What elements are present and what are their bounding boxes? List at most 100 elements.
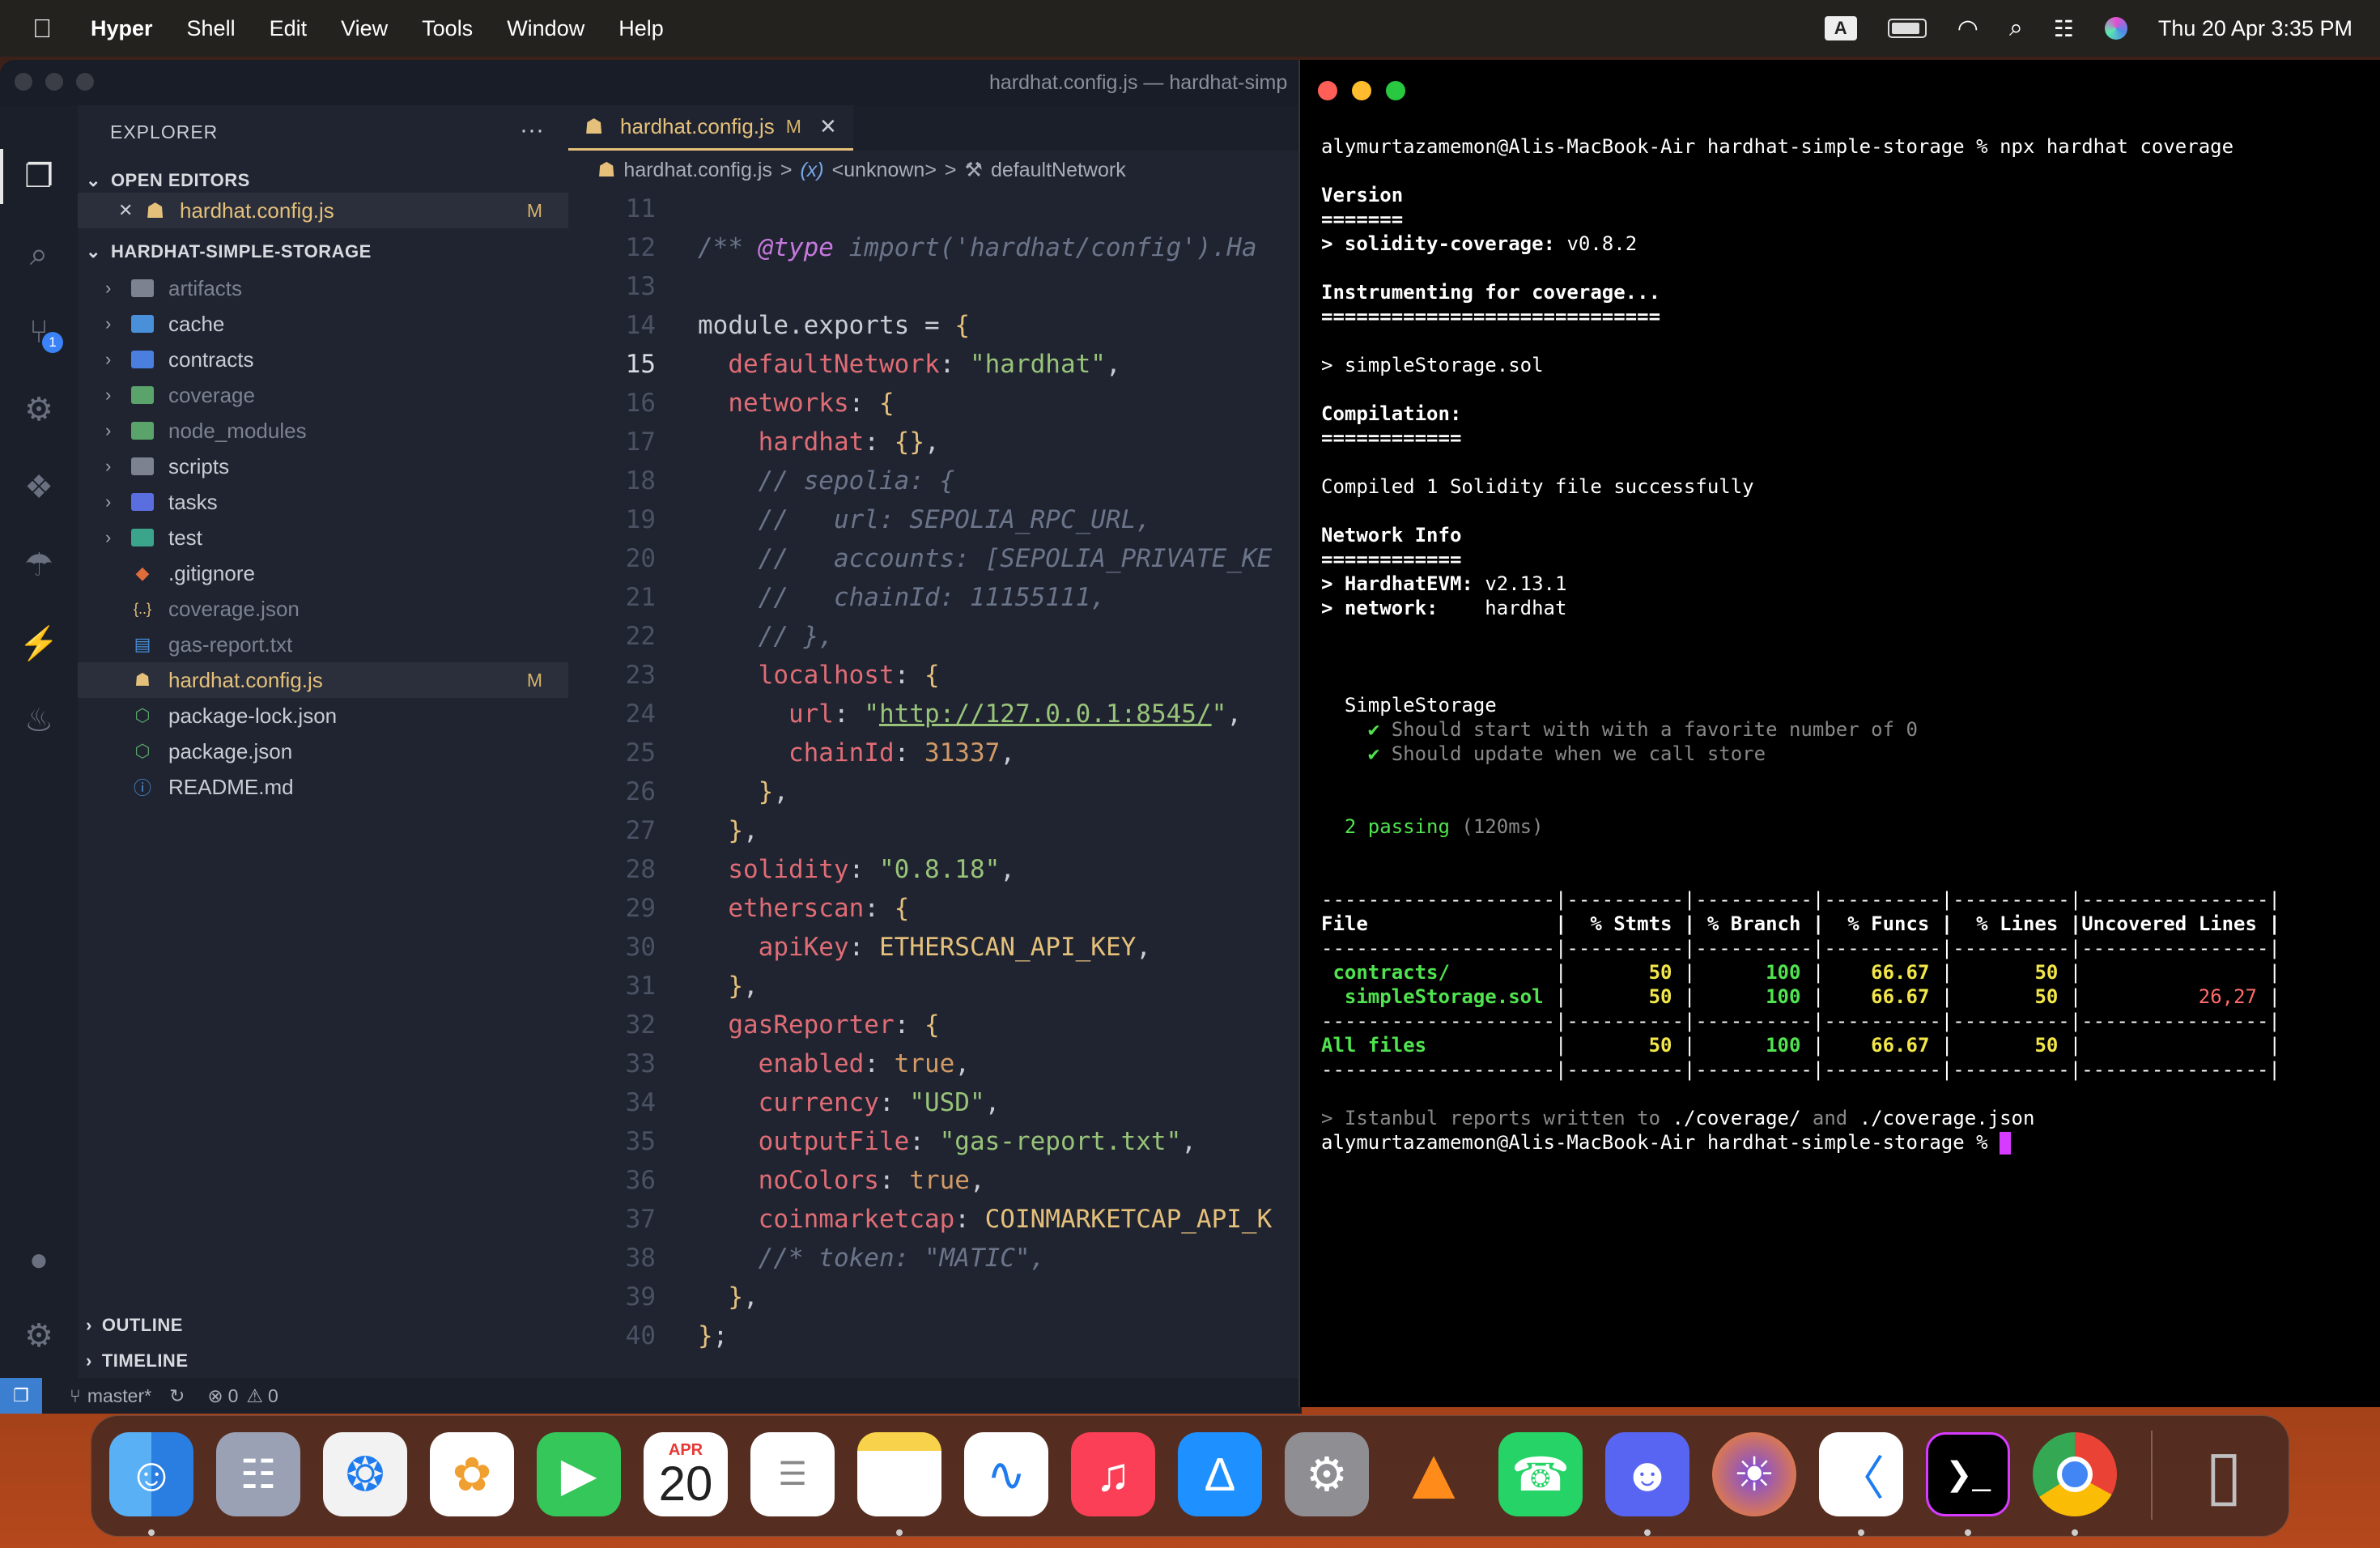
input-source-icon[interactable]: A [1824, 16, 1857, 40]
code-line[interactable]: }, [698, 1278, 758, 1316]
code-line[interactable]: module.exports = { [698, 306, 970, 345]
tree-item[interactable]: ⬡ package.json [78, 734, 568, 769]
menu-edit[interactable]: Edit [270, 16, 308, 41]
code-line[interactable]: gasReporter: { [698, 1006, 939, 1044]
error-count[interactable]: 0 [228, 1385, 239, 1407]
outline-section[interactable]: › OUTLINE [86, 1315, 183, 1336]
code-editor[interactable]: 11 12 /** @type import('hardhat/config').H… [568, 189, 1302, 1404]
tree-item[interactable]: › scripts [78, 449, 568, 484]
menu-tools[interactable]: Tools [422, 16, 473, 41]
remote-indicator-icon[interactable]: ❐ [0, 1378, 42, 1414]
minimize-window-button[interactable] [1352, 81, 1371, 100]
explorer-icon[interactable]: ❐ [18, 155, 60, 198]
facetime-icon[interactable]: ▶ [537, 1432, 621, 1516]
breadcrumb-unknown[interactable]: <unknown> [832, 159, 937, 182]
chrome-icon[interactable] [2033, 1432, 2117, 1516]
chevron-right-icon[interactable]: › [105, 313, 111, 334]
code-line[interactable]: }, [698, 967, 758, 1006]
code-line[interactable]: // accounts: [SEPOLIA_PRIVATE_KE [698, 539, 1273, 578]
code-line[interactable]: enabled: true, [698, 1044, 970, 1083]
chevron-right-icon[interactable]: › [105, 420, 111, 441]
control-center-icon[interactable]: ☷ [2054, 15, 2074, 42]
tree-item[interactable]: ⓘ README.md [78, 769, 568, 805]
chevron-right-icon[interactable]: › [105, 385, 111, 406]
code-line[interactable]: noColors: true, [698, 1161, 985, 1200]
app-menu[interactable]: Hyper [91, 16, 153, 41]
chevron-right-icon[interactable]: › [105, 527, 111, 548]
search-icon[interactable]: ⌕ [18, 233, 60, 275]
calendar-icon[interactable]: APR 20 [644, 1432, 728, 1516]
tree-item[interactable]: ◆ .gitignore [78, 555, 568, 591]
photos-icon[interactable]: ✿ [430, 1432, 514, 1516]
code-line[interactable]: solidity: "0.8.18", [698, 850, 1015, 889]
safari-icon[interactable]: ❂ [323, 1432, 407, 1516]
code-line[interactable]: localhost: { [698, 656, 940, 695]
tab-hardhat-config[interactable]: ☗ hardhat.config.js M ✕ [568, 105, 853, 151]
code-line[interactable]: }, [698, 772, 788, 811]
code-line[interactable]: outputFile: "gas-report.txt", [698, 1122, 1196, 1161]
chevron-right-icon[interactable]: › [105, 491, 111, 512]
code-line[interactable]: url: "http://127.0.0.1:8545/", [698, 695, 1242, 734]
tree-item[interactable]: › contracts [78, 342, 568, 377]
code-line[interactable]: currency: "USD", [698, 1083, 1001, 1122]
run-debug-icon[interactable]: ⚙ [18, 389, 60, 431]
hyper-terminal-window[interactable]: alymurtazamemon@Alis-MacBook-Air hardhat… [1298, 60, 2380, 1407]
source-control-icon[interactable]: ⑂ 1 [18, 311, 63, 353]
warning-count[interactable]: 0 [268, 1385, 278, 1407]
chevron-right-icon[interactable]: › [105, 456, 111, 477]
whatsapp-icon[interactable]: ☎ [1498, 1432, 1583, 1516]
apple-menu-icon[interactable]:  [32, 14, 52, 44]
minimize-window-button[interactable] [45, 73, 63, 91]
extensions-icon[interactable]: ❖ [18, 466, 60, 508]
menu-shell[interactable]: Shell [187, 16, 236, 41]
menu-help[interactable]: Help [618, 16, 664, 41]
branch-name[interactable]: master* [87, 1385, 151, 1407]
vlc-icon[interactable]: ▲ [1392, 1432, 1476, 1516]
code-line[interactable]: // url: SEPOLIA_RPC_URL, [698, 500, 1151, 539]
tab-close-icon[interactable]: ✕ [819, 114, 837, 139]
discord-icon[interactable]: ☻ [1605, 1432, 1689, 1516]
notes-icon[interactable] [857, 1432, 941, 1516]
tree-item[interactable]: › artifacts [78, 270, 568, 306]
tree-item[interactable]: › tasks [78, 484, 568, 520]
close-window-button[interactable] [15, 73, 32, 91]
breadcrumb-symbol[interactable]: defaultNetwork [991, 159, 1126, 182]
siri-icon[interactable] [2104, 17, 2127, 40]
tree-item[interactable]: › node_modules [78, 413, 568, 449]
timeline-section[interactable]: › TIMELINE [86, 1350, 189, 1372]
clock[interactable]: Thu 20 Apr 3:35 PM [2158, 16, 2352, 41]
code-line[interactable]: apiKey: ETHERSCAN_API_KEY, [698, 928, 1151, 967]
launchpad-icon[interactable]: ☷ [216, 1432, 300, 1516]
wifi-icon[interactable]: ◠ [1957, 15, 1978, 43]
system-settings-icon[interactable]: ⚙ [1285, 1432, 1369, 1516]
tree-item[interactable]: › coverage [78, 377, 568, 413]
open-editors-section[interactable]: ⌄ OPEN EDITORS [86, 170, 250, 191]
tree-item[interactable]: ▤ gas-report.txt [78, 627, 568, 662]
tree-item[interactable]: › test [78, 520, 568, 555]
code-line[interactable]: // sepolia: { [698, 461, 955, 500]
thunder-client-icon[interactable]: ⚡ [18, 622, 60, 664]
code-line[interactable]: // chainId: 11155111, [698, 578, 1106, 617]
chevron-right-icon[interactable]: › [105, 349, 111, 370]
open-editor-item[interactable]: ✕ ☗ hardhat.config.js M [78, 193, 568, 228]
spotlight-search-icon[interactable]: ⌕ [2009, 15, 2023, 42]
vscode-icon[interactable]: 〈 [1819, 1432, 1903, 1516]
menu-view[interactable]: View [341, 16, 388, 41]
freeform-icon[interactable]: ∿ [964, 1432, 1048, 1516]
code-line[interactable]: networks: { [698, 384, 894, 423]
project-section[interactable]: ⌄ HARDHAT-SIMPLE-STORAGE [86, 241, 372, 262]
reminders-icon[interactable]: ☰ [750, 1432, 835, 1516]
battery-icon[interactable] [1887, 19, 1927, 38]
chevron-right-icon[interactable]: › [105, 278, 111, 299]
accounts-icon[interactable]: ● [18, 1239, 60, 1281]
breadcrumb-file[interactable]: hardhat.config.js [623, 159, 771, 182]
code-line[interactable]: /** @type import('hardhat/config').Ha [698, 228, 1257, 267]
zoom-window-button[interactable] [1386, 81, 1405, 100]
explorer-more-icon[interactable]: ··· [520, 117, 544, 144]
code-line[interactable]: }, [698, 811, 758, 850]
hyper-icon[interactable]: ❯_ [1926, 1432, 2010, 1516]
code-line[interactable]: hardhat: {}, [698, 423, 940, 461]
trash-icon[interactable]: ▯ [2182, 1432, 2266, 1516]
music-icon[interactable]: ♫ [1071, 1432, 1155, 1516]
close-window-button[interactable] [1318, 81, 1337, 100]
